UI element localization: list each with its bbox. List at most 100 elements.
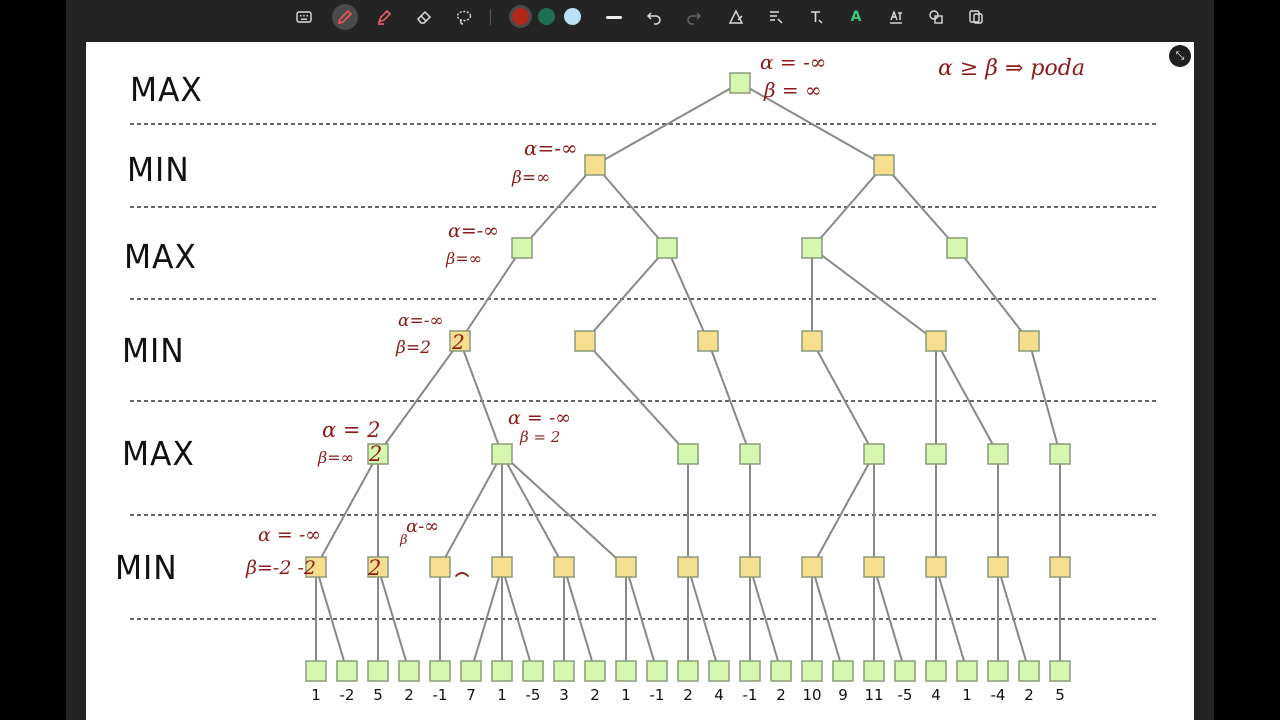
min3-node-value: 2 bbox=[452, 330, 465, 354]
leaf-value-label: 4 bbox=[931, 686, 941, 704]
max2-beta: β=∞ bbox=[446, 249, 482, 268]
min-node bbox=[801, 556, 823, 578]
min-node bbox=[1018, 330, 1040, 352]
min-node bbox=[925, 330, 947, 352]
leaf-node bbox=[863, 660, 885, 682]
tree-edge bbox=[501, 453, 565, 568]
leaf-node bbox=[429, 660, 451, 682]
min-node bbox=[584, 154, 606, 176]
tree-edge bbox=[666, 247, 709, 342]
leaf-node bbox=[925, 660, 947, 682]
leaf-node bbox=[956, 660, 978, 682]
max4-node-value: 2 bbox=[369, 442, 383, 466]
min5-beta: β=-2 -2 bbox=[246, 557, 316, 579]
root-beta: β = ∞ bbox=[764, 78, 822, 102]
tree-edge bbox=[935, 340, 999, 455]
tree-edge bbox=[811, 247, 937, 342]
min5c-beta: β bbox=[400, 533, 408, 548]
max-node bbox=[987, 443, 1009, 465]
leaf-node bbox=[801, 660, 823, 682]
leaf-node bbox=[832, 660, 854, 682]
leaf-node bbox=[1018, 660, 1040, 682]
tree-edge bbox=[707, 340, 751, 455]
tree-edge bbox=[811, 453, 875, 568]
max-node bbox=[656, 237, 678, 259]
tree-edge bbox=[439, 453, 503, 568]
leaf-node bbox=[522, 660, 544, 682]
level-label-min-1: MIN bbox=[127, 150, 190, 189]
leaf-value-label: -1 bbox=[432, 686, 448, 704]
tree-edge bbox=[997, 566, 1030, 672]
leaf-value-label: 4 bbox=[714, 686, 724, 704]
tree-edge bbox=[584, 247, 668, 342]
leaf-value-label: -2 bbox=[339, 686, 355, 704]
min-node bbox=[863, 556, 885, 578]
level-label-max-4: MAX bbox=[122, 434, 195, 473]
min-node bbox=[987, 556, 1009, 578]
min-node bbox=[1049, 556, 1071, 578]
max2-alpha: α=-∞ bbox=[448, 220, 499, 242]
leaf-value-label: 9 bbox=[838, 686, 848, 704]
root-alpha: α = -∞ bbox=[760, 50, 827, 74]
handwritten-strokes bbox=[455, 572, 469, 577]
level-label-max-2: MAX bbox=[124, 237, 197, 276]
leaf-value-label: 2 bbox=[683, 686, 693, 704]
max-node bbox=[511, 237, 533, 259]
leaf-value-label: 11 bbox=[864, 686, 884, 704]
min1-alpha: α=-∞ bbox=[524, 136, 578, 160]
leaf-value-label: 3 bbox=[559, 686, 569, 704]
leaf-value-label: 2 bbox=[776, 686, 786, 704]
max-node bbox=[1049, 443, 1071, 465]
leaf-value-label: -4 bbox=[990, 686, 1006, 704]
tree-edge bbox=[584, 340, 689, 455]
leaf-value-label: 7 bbox=[466, 686, 476, 704]
min-node bbox=[801, 330, 823, 352]
leaf-value-label: 1 bbox=[962, 686, 972, 704]
leaf-node bbox=[770, 660, 792, 682]
leaf-node bbox=[677, 660, 699, 682]
leaf-node bbox=[398, 660, 420, 682]
leaf-value-label: -1 bbox=[649, 686, 665, 704]
max4-alpha: α = 2 bbox=[322, 418, 381, 442]
leaf-node bbox=[615, 660, 637, 682]
ink-stroke bbox=[455, 572, 469, 577]
min-node bbox=[491, 556, 513, 578]
min-node bbox=[925, 556, 947, 578]
leaf-value-label: -5 bbox=[897, 686, 913, 704]
min-node bbox=[739, 556, 761, 578]
tree-edge bbox=[956, 247, 1030, 342]
leaf-node bbox=[367, 660, 389, 682]
leaf-value-label: 1 bbox=[621, 686, 631, 704]
max4-beta: β=∞ bbox=[318, 448, 354, 467]
max-node bbox=[946, 237, 968, 259]
leaf-node bbox=[894, 660, 916, 682]
min5-alpha: α = -∞ bbox=[258, 524, 322, 546]
leaf-value-label: 2 bbox=[404, 686, 414, 704]
leaf-value-label: -5 bbox=[525, 686, 541, 704]
max4b-alpha: α = -∞ bbox=[508, 407, 572, 429]
min-node bbox=[677, 556, 699, 578]
tree-edge bbox=[459, 340, 503, 455]
leaf-value-label: 5 bbox=[373, 686, 383, 704]
min1-beta: β=∞ bbox=[512, 168, 551, 188]
leaf-node bbox=[584, 660, 606, 682]
max-node bbox=[739, 443, 761, 465]
min5c-alpha: α-∞ bbox=[406, 516, 440, 537]
leaf-value-label: 2 bbox=[590, 686, 600, 704]
leaf-value-label: 10 bbox=[802, 686, 822, 704]
min-node bbox=[429, 556, 451, 578]
tree-edge bbox=[563, 566, 596, 672]
leaf-value-label: 5 bbox=[1055, 686, 1065, 704]
min3-alpha: α=-∞ bbox=[398, 311, 444, 331]
min5b-node-value: 2 bbox=[368, 556, 382, 580]
pruning-rule: α ≥ β ⇒ poda bbox=[938, 56, 1085, 81]
leaf-node bbox=[553, 660, 575, 682]
leaf-node bbox=[739, 660, 761, 682]
level-label-max-0: MAX bbox=[130, 70, 203, 109]
level-label-min-3: MIN bbox=[122, 331, 185, 370]
tree-edge bbox=[811, 340, 875, 455]
max-node bbox=[801, 237, 823, 259]
tree-edge bbox=[501, 566, 534, 672]
tree-edge bbox=[1028, 340, 1061, 455]
min-node bbox=[873, 154, 895, 176]
